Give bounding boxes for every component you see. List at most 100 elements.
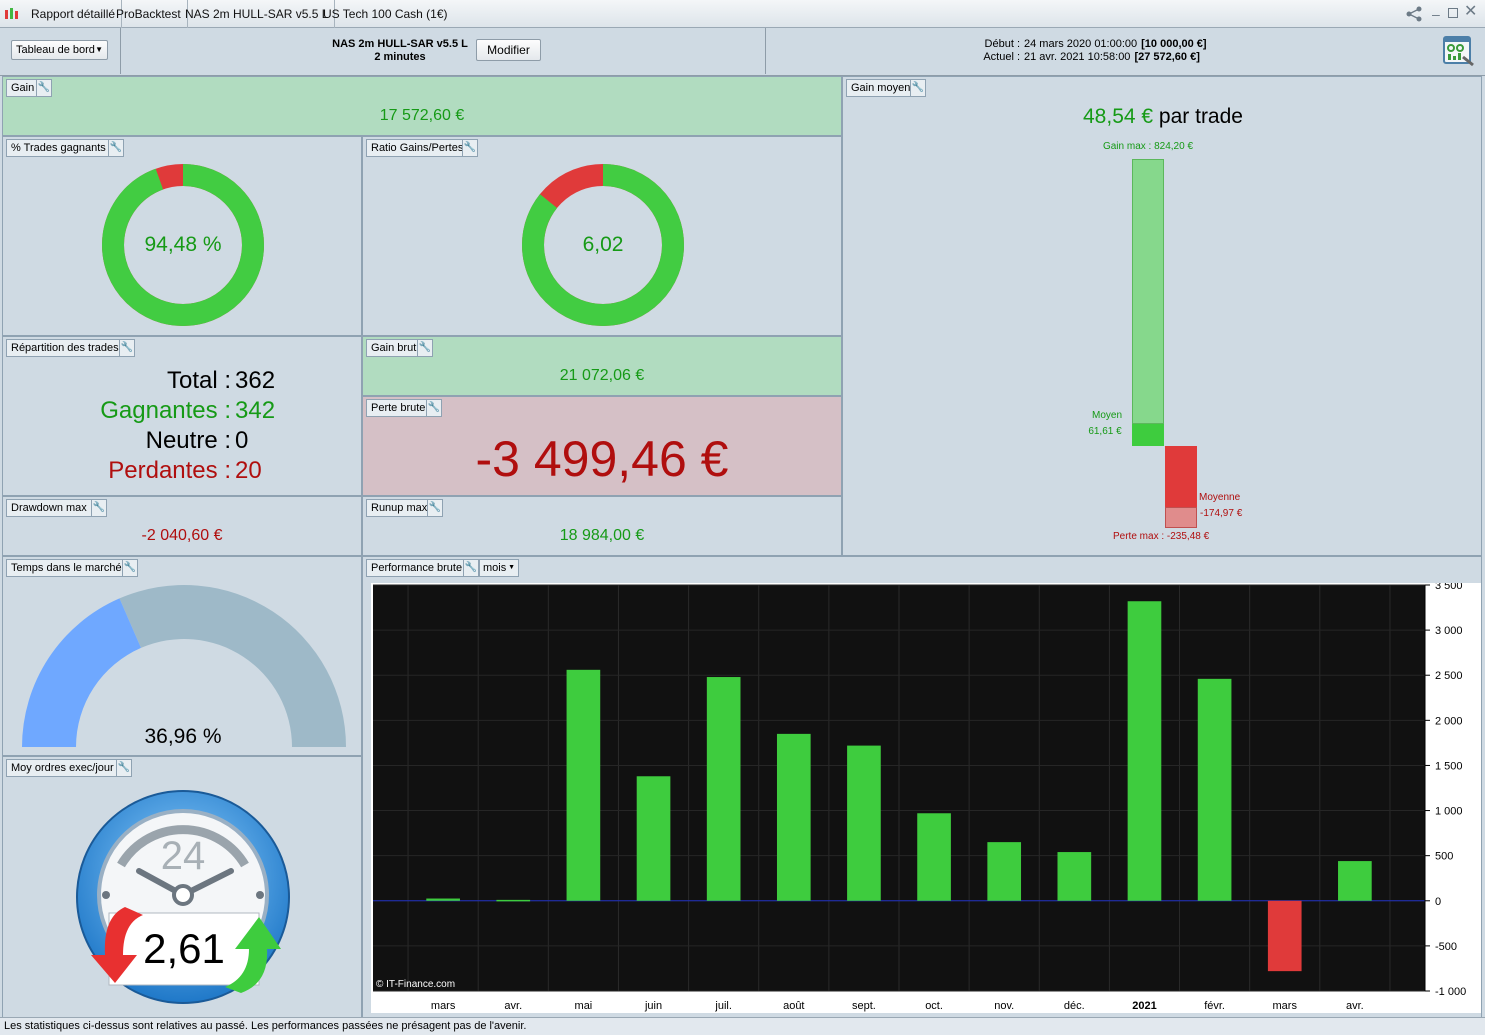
chevron-down-icon: ▼ xyxy=(95,45,103,54)
wrench-icon[interactable]: 🔧 xyxy=(91,499,107,517)
max-loss-label: Perte max : -235,48 € xyxy=(1113,531,1210,542)
report-settings-icon[interactable] xyxy=(1443,35,1475,67)
winning-trades-panel: % Trades gagnants 🔧 94,48 % xyxy=(2,136,362,336)
orders-per-day-panel: Moy ordres exec/jour 🔧 24 2,61 xyxy=(2,756,362,1018)
x-tick-label: nov. xyxy=(994,1000,1014,1012)
x-tick-label: avr. xyxy=(1346,1000,1364,1012)
current-value: [27 572,60 €] xyxy=(1134,51,1200,63)
tab-rapport-detaille[interactable]: Rapport détaillé xyxy=(25,0,123,28)
avg-loss-bar xyxy=(1165,446,1197,507)
y-tick-label: 500 xyxy=(1435,851,1453,863)
y-tick-label: 1 000 xyxy=(1435,806,1463,818)
wrench-icon[interactable]: 🔧 xyxy=(116,759,132,777)
win-value: 342 xyxy=(235,397,276,424)
gain-value: 17 572,60 € xyxy=(379,107,465,124)
copyright-label: © IT-Finance.com xyxy=(376,979,455,990)
runup-value: 18 984,00 € xyxy=(559,527,645,544)
repartition-panel: Répartition des trades 🔧 Total : 362 Gag… xyxy=(2,336,362,496)
panel-title: Drawdown max xyxy=(6,499,92,517)
x-tick-label: févr. xyxy=(1204,1000,1225,1012)
x-tick-label: sept. xyxy=(852,1000,876,1012)
strategy-name: NAS 2m HULL-SAR v5.5 L xyxy=(332,38,468,50)
panel-title: Performance brute xyxy=(366,559,468,577)
x-tick-label: juil. xyxy=(714,1000,732,1012)
current-label: Actuel : xyxy=(983,51,1020,63)
current-date: 21 avr. 2021 10:58:00 xyxy=(1024,51,1131,63)
avg-loss-value: -174,97 € xyxy=(1200,508,1243,519)
drawdown-value: -2 040,60 € xyxy=(141,527,223,544)
start-date: 24 mars 2020 01:00:00 xyxy=(1024,38,1138,50)
start-value: [10 000,00 €] xyxy=(1141,38,1207,50)
ratio-value: 6,02 xyxy=(582,233,624,256)
chart-bar xyxy=(1197,678,1232,901)
period-info: Début : 24 mars 2020 01:00:00 [10 000,00… xyxy=(960,38,1220,64)
gross-gain-panel: Gain brut 🔧 21 072,06 € xyxy=(362,336,842,396)
panel-title: Gain moyen xyxy=(846,79,916,97)
minimize-icon[interactable]: – xyxy=(1432,7,1442,21)
wrench-icon[interactable]: 🔧 xyxy=(36,79,52,97)
tab-probacktest[interactable]: ProBacktest xyxy=(110,0,188,28)
strategy-info: NAS 2m HULL-SAR v5.5 L 2 minutes xyxy=(310,38,490,64)
neutral-value: 0 xyxy=(235,427,249,454)
chevron-down-icon: ▼ xyxy=(508,564,515,571)
avg-win-value: 61,61 € xyxy=(1088,426,1122,437)
loss-label: Perdantes : xyxy=(108,457,231,484)
x-tick-label: juin xyxy=(644,1000,662,1012)
gauge-remaining-arc xyxy=(119,585,347,747)
maximize-icon[interactable] xyxy=(1448,8,1458,18)
y-tick-label: -1 000 xyxy=(1435,986,1466,998)
avg-win-label: Moyen xyxy=(1091,410,1122,421)
x-tick-label: mars xyxy=(1273,1000,1298,1012)
header-divider xyxy=(765,28,766,74)
runup-panel: Runup max 🔧 18 984,00 € xyxy=(362,496,842,556)
x-tick-label: mars xyxy=(431,1000,456,1012)
chart-bar xyxy=(496,899,531,902)
panel-title: Gain brut xyxy=(366,339,422,357)
win-label: Gagnantes : xyxy=(100,397,231,424)
chart-bar xyxy=(1267,900,1302,972)
drawdown-panel: Drawdown max 🔧 -2 040,60 € xyxy=(2,496,362,556)
wrench-icon[interactable]: 🔧 xyxy=(426,399,442,417)
wrench-icon[interactable]: 🔧 xyxy=(910,79,926,97)
time-in-market-value: 36,96 % xyxy=(144,725,222,748)
wrench-icon[interactable]: 🔧 xyxy=(119,339,135,357)
y-tick-label: 0 xyxy=(1435,896,1441,908)
panel-title: Gain xyxy=(6,79,40,97)
x-tick-label: déc. xyxy=(1064,1000,1085,1012)
modify-button[interactable]: Modifier xyxy=(476,39,541,61)
wrench-icon[interactable]: 🔧 xyxy=(462,139,478,157)
gross-loss-panel: Perte brute 🔧 -3 499,46 € xyxy=(362,396,842,496)
tab-instrument[interactable]: US Tech 100 Cash (1€) xyxy=(317,0,454,28)
gross-loss-value: -3 499,46 € xyxy=(475,431,729,487)
x-tick-label: mai xyxy=(575,1000,593,1012)
avg-gain-suffix: par trade xyxy=(1158,105,1243,128)
wrench-icon[interactable]: 🔧 xyxy=(122,559,138,577)
wrench-icon[interactable]: 🔧 xyxy=(427,499,443,517)
close-icon[interactable]: ✕ xyxy=(1464,4,1477,20)
y-tick-label: 2 000 xyxy=(1435,715,1463,727)
clock-label: 24 xyxy=(161,834,206,878)
header-divider xyxy=(120,28,121,74)
max-gain-bar xyxy=(1132,159,1164,424)
max-loss-bar xyxy=(1165,507,1197,528)
chart-bar xyxy=(426,898,460,901)
chart-bar xyxy=(847,745,881,901)
wrench-icon[interactable]: 🔧 xyxy=(463,559,479,577)
avg-gain-panel: Gain moyen 🔧 48,54 € par trade Gain max … xyxy=(842,76,1482,556)
panel-title: Temps dans le marché xyxy=(6,559,127,577)
wrench-icon[interactable]: 🔧 xyxy=(417,339,433,357)
report-header: Tableau de bord ▼ NAS 2m HULL-SAR v5.5 L… xyxy=(0,28,1485,76)
avg-gain-bar xyxy=(1132,424,1164,446)
window-titlebar: Rapport détaillé ProBacktest NAS 2m HULL… xyxy=(0,0,1485,28)
period-select-label: mois xyxy=(483,562,507,574)
max-gain-label: Gain max : 824,20 € xyxy=(1102,141,1194,152)
loss-value: 20 xyxy=(235,457,262,484)
tab-strategy[interactable]: NAS 2m HULL-SAR v5.5 L xyxy=(179,0,336,28)
share-icon[interactable] xyxy=(1405,6,1423,22)
orders-per-day-value: 2,61 xyxy=(143,925,225,972)
period-select[interactable]: mois ▼ xyxy=(479,559,519,577)
total-label: Total : xyxy=(166,367,231,394)
dashboard-select[interactable]: Tableau de bord ▼ xyxy=(11,40,108,60)
y-tick-label: 3 000 xyxy=(1435,625,1463,637)
wrench-icon[interactable]: 🔧 xyxy=(108,139,124,157)
